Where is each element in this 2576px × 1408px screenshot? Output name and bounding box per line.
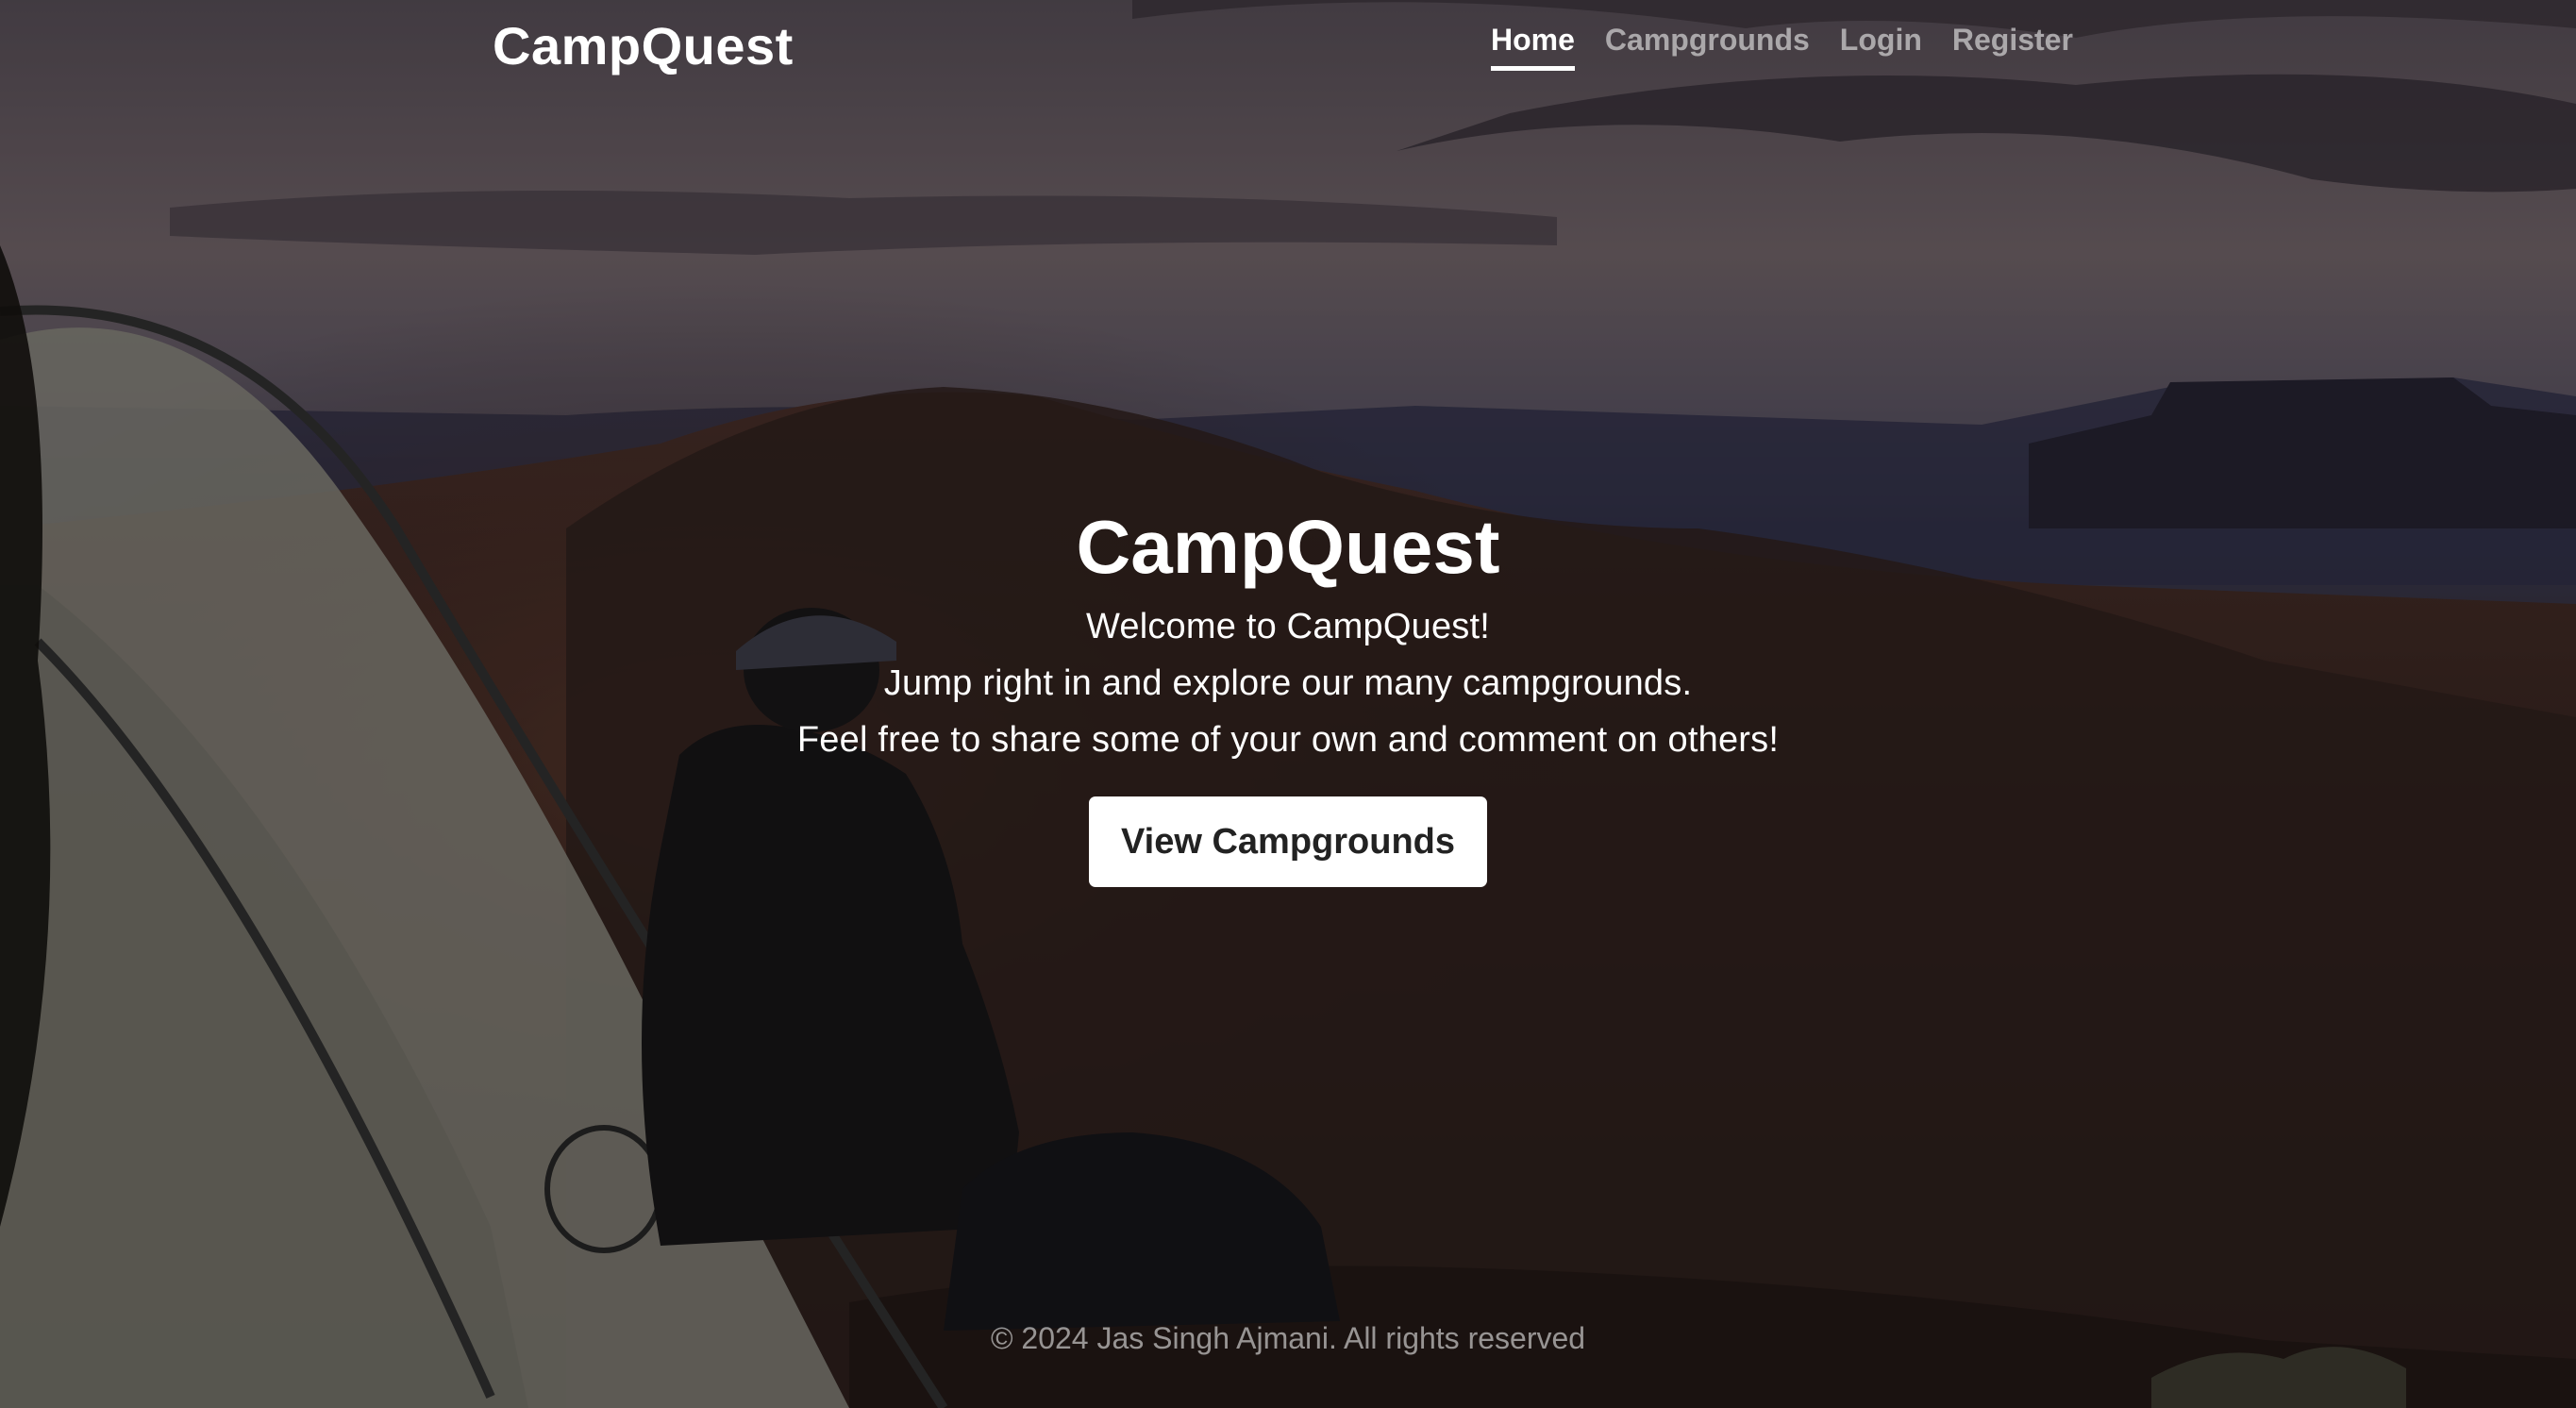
brand-logo[interactable]: CampQuest: [493, 15, 794, 76]
nav-home-link[interactable]: Home: [1491, 23, 1575, 71]
nav-register-link[interactable]: Register: [1952, 23, 2073, 71]
nav-login-link[interactable]: Login: [1840, 23, 1922, 71]
view-campgrounds-button[interactable]: View Campgrounds: [1088, 796, 1488, 887]
top-nav-bar: CampQuest Home Campgrounds Login Registe…: [0, 0, 2576, 94]
hero-explore-text: Jump right in and explore our many campg…: [883, 663, 1693, 703]
hero-share-text: Feel free to share some of your own and …: [796, 720, 1780, 760]
nav-campgrounds-link[interactable]: Campgrounds: [1605, 23, 1810, 71]
hero-welcome-text: Welcome to CampQuest!: [1086, 607, 1490, 646]
footer-copyright: © 2024 Jas Singh Ajmani. All rights rese…: [990, 1321, 1586, 1355]
hero-title: CampQuest: [1076, 505, 1500, 589]
landing-page: CampQuest Home Campgrounds Login Registe…: [0, 0, 2576, 1408]
main-nav: Home Campgrounds Login Register: [1491, 23, 2073, 71]
hero-section: CampQuest Welcome to CampQuest! Jump rig…: [0, 500, 2576, 887]
